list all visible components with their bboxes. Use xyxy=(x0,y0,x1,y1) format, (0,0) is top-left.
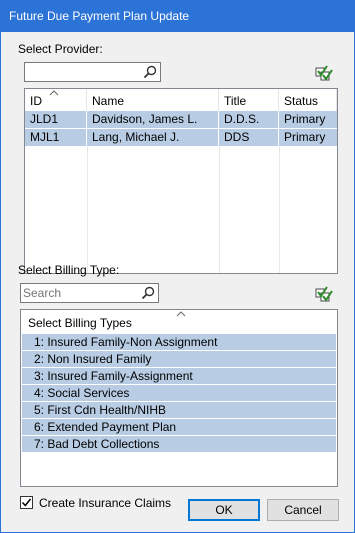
cell-id: MJL1 xyxy=(25,129,87,146)
sort-up-icon xyxy=(176,311,186,317)
title-bar[interactable]: Future Due Payment Plan Update xyxy=(1,1,354,32)
grid-column-divider xyxy=(219,147,220,273)
column-header-status[interactable]: Status xyxy=(279,89,337,111)
create-claims-checkbox[interactable] xyxy=(20,496,33,509)
billing-search-field[interactable] xyxy=(20,283,159,303)
select-billing-type-label: Select Billing Type: xyxy=(18,263,120,277)
ok-button[interactable]: OK xyxy=(188,499,260,521)
sort-up-icon xyxy=(49,90,59,96)
search-icon[interactable] xyxy=(141,286,155,300)
billing-list-header[interactable]: Select Billing Types xyxy=(21,310,337,332)
list-item[interactable]: 3: Insured Family-Assignment xyxy=(22,368,336,384)
cancel-button[interactable]: Cancel xyxy=(267,499,339,521)
billing-types-list[interactable]: Select Billing Types 1: Insured Family-N… xyxy=(20,309,338,487)
select-provider-label: Select Provider: xyxy=(18,42,103,56)
column-header-title[interactable]: Title xyxy=(219,89,279,111)
grid-column-divider xyxy=(279,147,280,273)
dialog-window: Future Due Payment Plan Update Select Pr… xyxy=(0,0,355,533)
list-item[interactable]: 5: First Cdn Health/NIHB xyxy=(22,402,336,418)
table-row[interactable]: MJL1 Lang, Michael J. DDS Primary xyxy=(25,129,337,146)
table-row[interactable]: JLD1 Davidson, James L. D.D.S. Primary xyxy=(25,111,337,128)
search-icon[interactable] xyxy=(143,65,157,79)
grid-column-divider xyxy=(87,147,88,273)
list-item[interactable]: 2: Non Insured Family xyxy=(22,351,336,367)
billing-search-input[interactable] xyxy=(23,285,135,301)
column-header-title-label: Title xyxy=(224,94,247,108)
list-item[interactable]: 4: Social Services xyxy=(22,385,336,401)
cell-title: DDS xyxy=(219,129,279,146)
cell-status: Primary xyxy=(284,112,326,126)
provider-grid[interactable]: ID Name Title Status JLD1 Davidson, Jame… xyxy=(24,88,338,274)
create-claims-label[interactable]: Create Insurance Claims xyxy=(39,496,171,510)
cell-name: Davidson, James L. xyxy=(87,111,219,128)
checkmark-icon xyxy=(21,498,32,507)
cell-id: JLD1 xyxy=(25,111,87,128)
cell-status: Primary xyxy=(284,130,326,144)
column-header-status-label: Status xyxy=(284,94,319,108)
list-item[interactable]: 1: Insured Family-Non Assignment xyxy=(22,334,336,350)
list-item[interactable]: 6: Extended Payment Plan xyxy=(22,419,336,435)
column-header-name-label: Name xyxy=(92,94,125,108)
billing-list-header-label: Select Billing Types xyxy=(28,316,132,330)
column-header-name[interactable]: Name xyxy=(87,89,219,111)
dialog-client-area: Select Provider: ID Name Title Status JL… xyxy=(1,32,354,532)
provider-search-field[interactable] xyxy=(24,62,161,82)
select-all-check-icon[interactable] xyxy=(315,285,337,303)
cell-name: Lang, Michael J. xyxy=(87,129,219,146)
cell-title: D.D.S. xyxy=(219,111,279,128)
list-item[interactable]: 7: Bad Debt Collections xyxy=(22,436,336,452)
provider-grid-header: ID Name Title Status xyxy=(25,89,337,111)
window-title: Future Due Payment Plan Update xyxy=(9,9,190,23)
column-header-id-label: ID xyxy=(30,94,42,108)
provider-search-input[interactable] xyxy=(27,64,137,80)
select-all-check-icon[interactable] xyxy=(315,64,337,82)
